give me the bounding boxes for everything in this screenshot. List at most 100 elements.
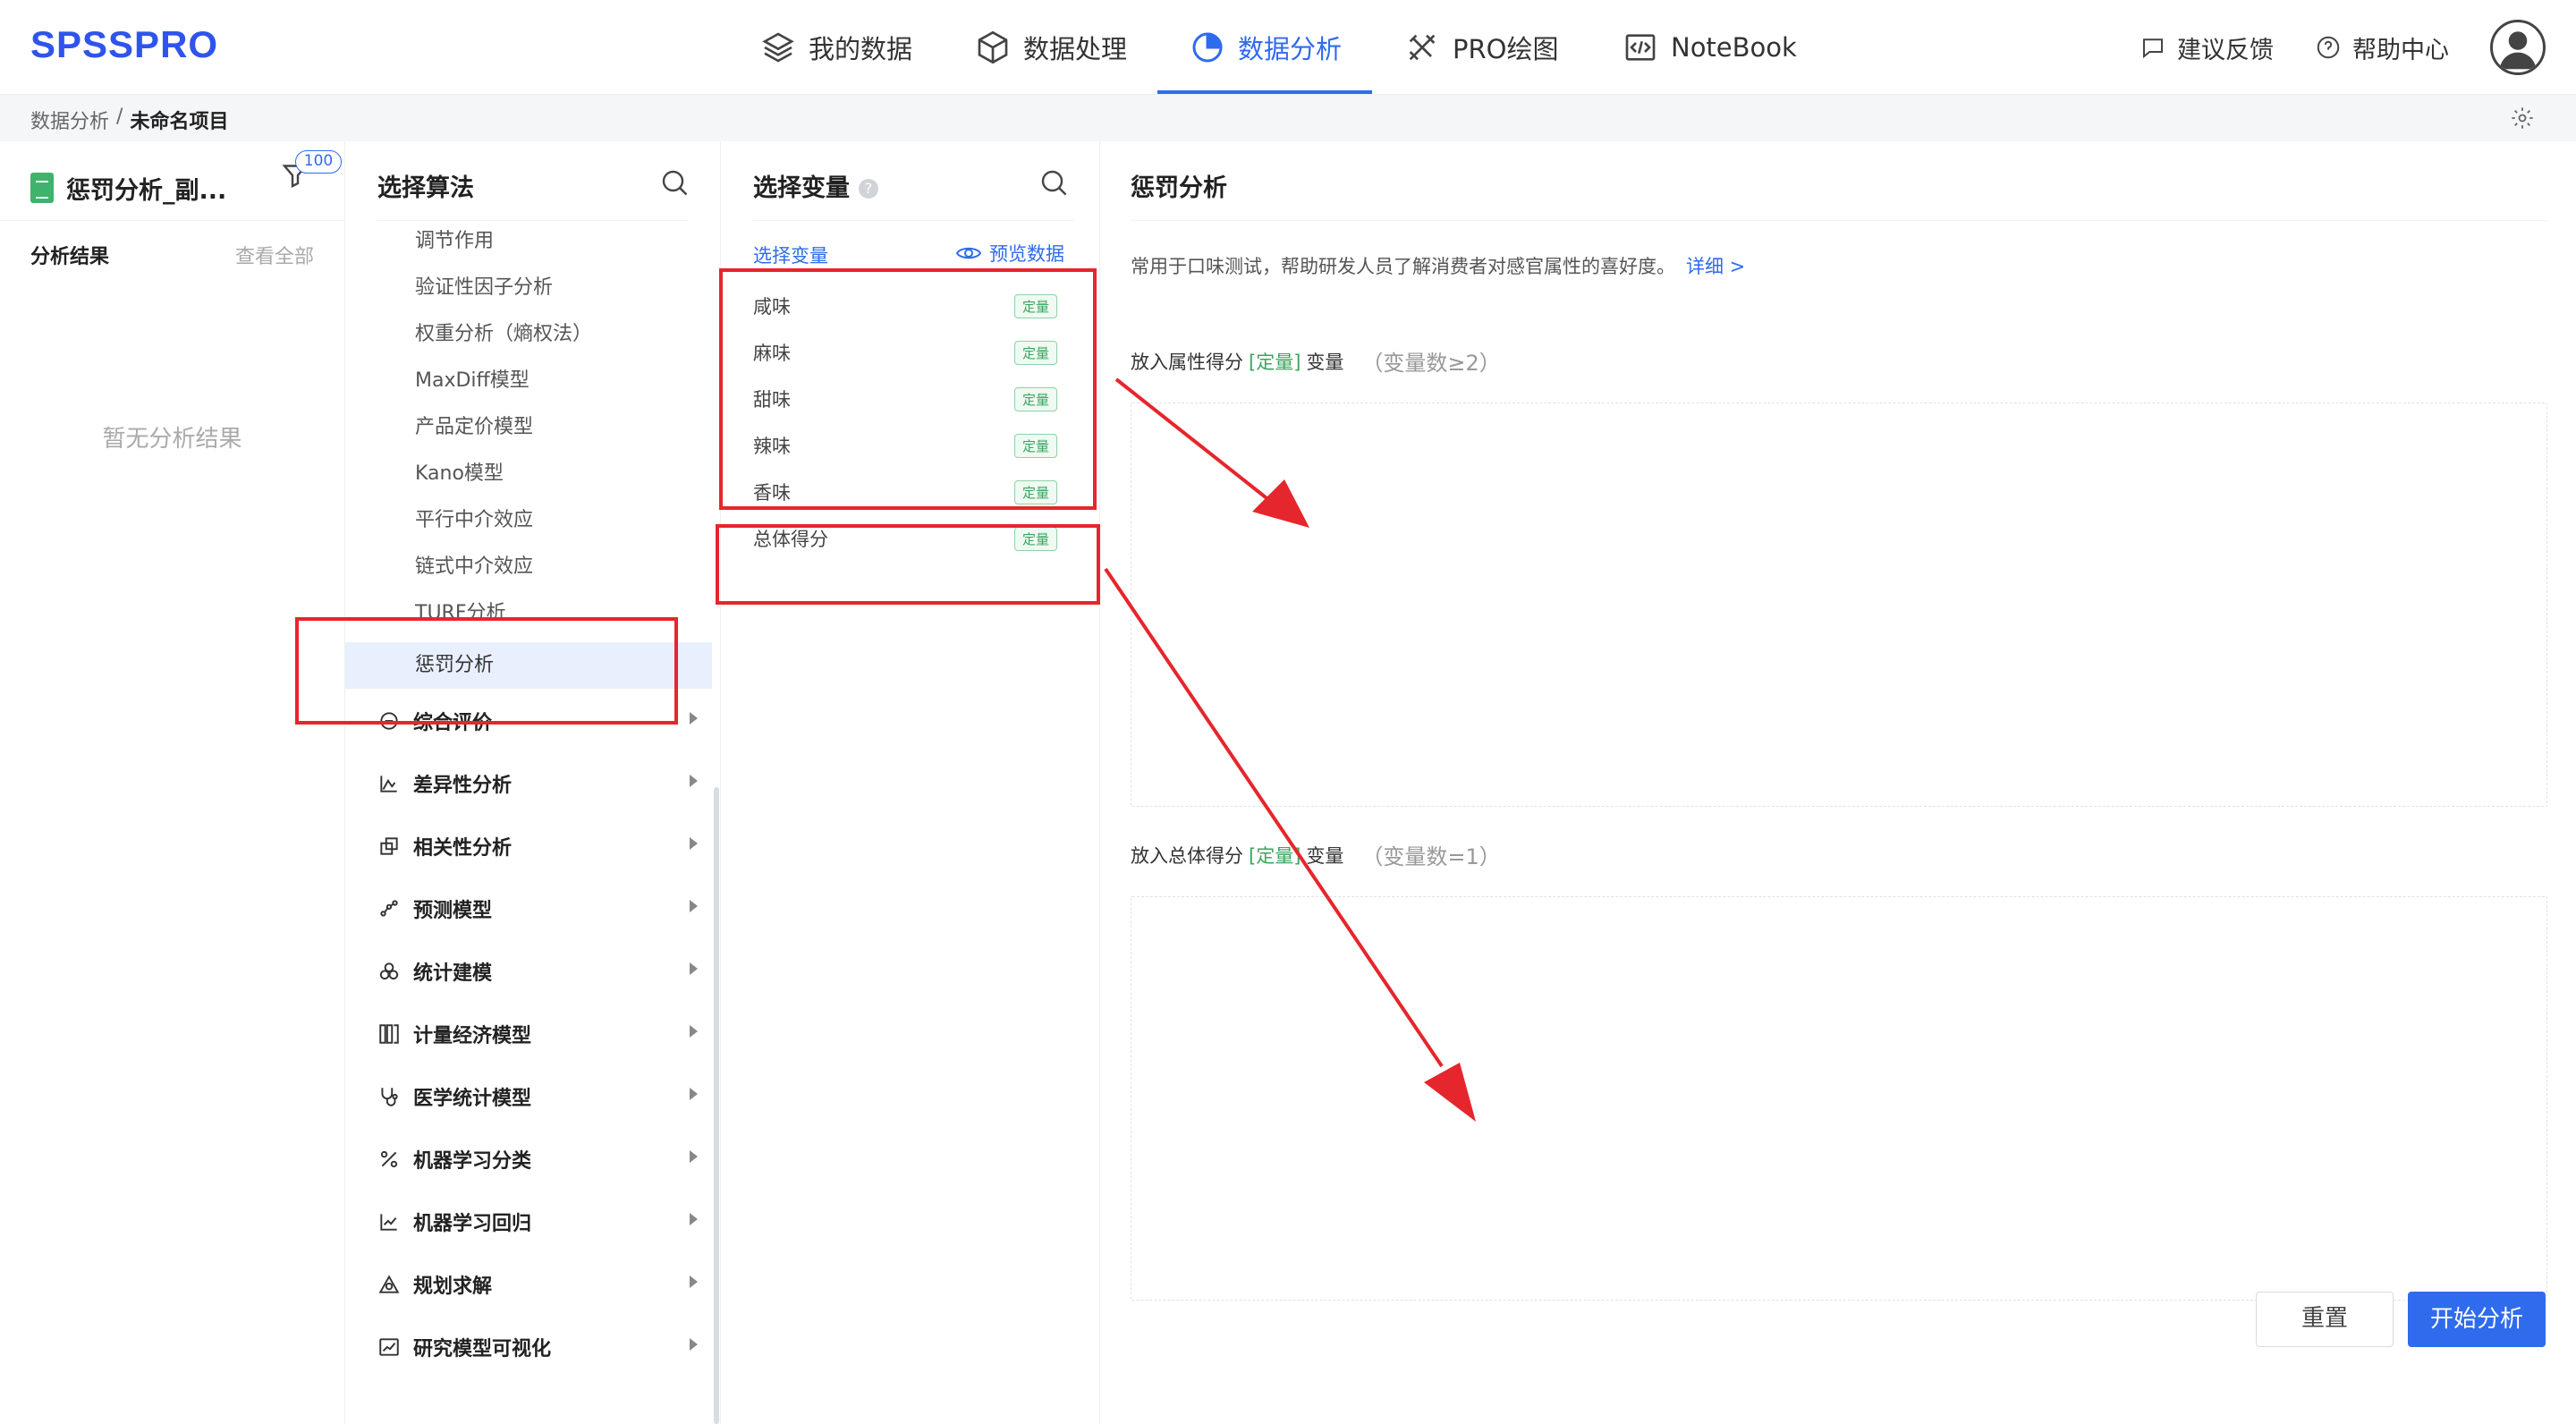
- nav-pro-drawing[interactable]: PRO绘图: [1404, 0, 1558, 95]
- category-label: 机器学习回归: [413, 1213, 532, 1235]
- algorithm-scrollbar[interactable]: [714, 787, 719, 1424]
- algo-item-maxdiff[interactable]: MaxDiff模型: [415, 358, 530, 404]
- algo-item-cfa[interactable]: 验证性因子分析: [415, 265, 553, 311]
- user-icon: [2499, 31, 2537, 70]
- quantitative-tag: 定量: [1013, 293, 1057, 318]
- results-title: 分析结果: [30, 246, 110, 268]
- algo-item-parallel-mediation[interactable]: 平行中介效应: [415, 497, 533, 544]
- help-icon[interactable]: ?: [859, 179, 878, 199]
- algo-item-turf[interactable]: TURF分析: [415, 590, 505, 637]
- chevron-right-icon: [690, 1150, 698, 1163]
- top-navigation-bar: SPSSPRO 我的数据 数据处理 数据分析 PRO绘图 NoteBook 建议…: [0, 0, 2576, 95]
- category-model-visualization[interactable]: 研究模型可视化: [377, 1320, 698, 1374]
- analysis-title: 惩罚分析: [1131, 174, 1227, 202]
- category-statistical-modeling[interactable]: 统计建模: [377, 945, 698, 998]
- chevron-right-icon: [690, 1276, 698, 1288]
- category-prediction-model[interactable]: 预测模型: [377, 882, 698, 936]
- feedback-button[interactable]: 建议反馈: [2140, 0, 2274, 95]
- select-variables-tab[interactable]: 选择变量: [753, 242, 828, 268]
- algo-item-pricing[interactable]: 产品定价模型: [415, 404, 533, 451]
- category-econometrics[interactable]: 计量经济模型: [377, 1007, 698, 1061]
- category-ml-regression[interactable]: 机器学习回归: [377, 1195, 698, 1249]
- help-circle-icon: [2317, 36, 2340, 59]
- nav-notebook[interactable]: NoteBook: [1623, 0, 1797, 95]
- code-icon: [1625, 34, 1656, 61]
- variable-item-spicy[interactable]: 辣味 定量: [753, 422, 1057, 469]
- variable-item-aroma[interactable]: 香味 定量: [753, 469, 1057, 515]
- user-avatar[interactable]: [2490, 20, 2546, 75]
- category-label: 差异性分析: [413, 775, 513, 797]
- category-medical-statistics[interactable]: 医学统计模型: [377, 1070, 698, 1123]
- pie-chart-icon: [1192, 32, 1223, 63]
- algo-item-kano[interactable]: Kano模型: [415, 451, 504, 497]
- stethoscope-icon: [381, 1088, 398, 1106]
- start-analysis-button[interactable]: 开始分析: [2408, 1292, 2546, 1347]
- algo-item-moderation[interactable]: 调节作用: [415, 218, 494, 265]
- results-header: 分析结果 查看全部: [0, 220, 344, 281]
- nav-my-data[interactable]: 我的数据: [760, 0, 912, 95]
- app-logo[interactable]: SPSSPRO: [30, 23, 218, 66]
- pencil-ruler-icon: [1409, 34, 1436, 61]
- nav-notebook-label: NoteBook: [1671, 32, 1797, 63]
- category-difference-analysis[interactable]: 差异性分析: [377, 757, 698, 810]
- active-tab-indicator: [1157, 90, 1372, 94]
- quantitative-tag: 定量: [1013, 433, 1057, 458]
- category-planning-solve[interactable]: 规划求解: [377, 1258, 698, 1311]
- comment-icon: [380, 712, 398, 730]
- chevron-right-icon: [690, 837, 698, 850]
- category-correlation-analysis[interactable]: 相关性分析: [377, 819, 698, 873]
- variable-item-numbing[interactable]: 麻味 定量: [753, 329, 1057, 376]
- filter-count-badge: 100: [295, 150, 342, 174]
- analysis-results-panel: 惩罚分析_副... 100 分析结果 查看全部 暂无分析结果: [0, 141, 345, 1424]
- detail-link[interactable]: 详细 >: [1686, 256, 1745, 277]
- quantitative-tag: 定量: [1013, 386, 1057, 411]
- breadcrumb-root[interactable]: 数据分析: [30, 106, 109, 134]
- search-icon[interactable]: [658, 166, 691, 199]
- overall-score-label: 放入总体得分 [定量] 变量 （变量数=1）: [1131, 844, 1501, 869]
- algo-item-entropy-weight[interactable]: 权重分析（熵权法）: [415, 311, 592, 358]
- category-label: 研究模型可视化: [413, 1338, 552, 1360]
- chevron-right-icon: [690, 775, 698, 787]
- category-label: 综合评价: [413, 712, 493, 734]
- chevron-right-icon: [690, 1088, 698, 1100]
- algo-item-chain-mediation[interactable]: 链式中介效应: [415, 544, 533, 590]
- nav-data-analysis[interactable]: 数据分析: [1190, 0, 1342, 95]
- search-icon[interactable]: [1038, 166, 1070, 199]
- feedback-icon: [2143, 38, 2163, 59]
- variable-name: 咸味: [753, 296, 791, 318]
- percent-icon: [380, 1150, 398, 1168]
- algo-item-penalty-selected[interactable]: 惩罚分析: [345, 642, 712, 689]
- variable-item-salty[interactable]: 咸味 定量: [753, 283, 1057, 329]
- chevron-right-icon: [690, 1213, 698, 1225]
- algorithm-panel: 选择算法 调节作用 验证性因子分析 权重分析（熵权法） MaxDiff模型 产品…: [345, 141, 721, 1424]
- nav-my-data-label: 我的数据: [809, 34, 913, 64]
- nav-data-processing-label: 数据处理: [1023, 34, 1128, 64]
- spreadsheet-icon: [30, 173, 54, 203]
- variable-name: 甜味: [753, 389, 791, 411]
- scatter-icon: [380, 900, 398, 917]
- category-label: 计量经济模型: [413, 1025, 532, 1047]
- feedback-label: 建议反馈: [2177, 36, 2274, 64]
- nav-data-processing[interactable]: 数据处理: [975, 0, 1127, 95]
- variable-item-overall-score[interactable]: 总体得分 定量: [753, 515, 1057, 562]
- layers-icon: [762, 32, 794, 63]
- overall-score-drop-zone[interactable]: [1131, 896, 2547, 1301]
- category-comprehensive-eval[interactable]: 综合评价: [377, 694, 698, 748]
- divider: [1131, 220, 2547, 221]
- attribute-score-drop-zone[interactable]: [1131, 403, 2547, 807]
- nav-pro-drawing-label: PRO绘图: [1453, 34, 1559, 64]
- category-ml-classification[interactable]: 机器学习分类: [377, 1132, 698, 1186]
- preview-data-button[interactable]: 预览数据: [955, 240, 1064, 267]
- triangle-icon: [378, 1275, 400, 1293]
- view-all-link[interactable]: 查看全部: [235, 241, 314, 269]
- project-name: 惩罚分析_副...: [66, 176, 227, 205]
- variable-name: 辣味: [753, 436, 791, 457]
- reset-button[interactable]: 重置: [2256, 1292, 2394, 1347]
- variable-item-sweet[interactable]: 甜味 定量: [753, 376, 1057, 422]
- breadcrumb-current: 未命名项目: [130, 111, 229, 133]
- help-center-button[interactable]: 帮助中心: [2315, 0, 2449, 95]
- chevron-right-icon: [690, 962, 698, 975]
- breadcrumb-separator: /: [116, 106, 123, 128]
- variable-name: 总体得分: [753, 529, 828, 550]
- settings-gear-icon[interactable]: [2510, 106, 2535, 131]
